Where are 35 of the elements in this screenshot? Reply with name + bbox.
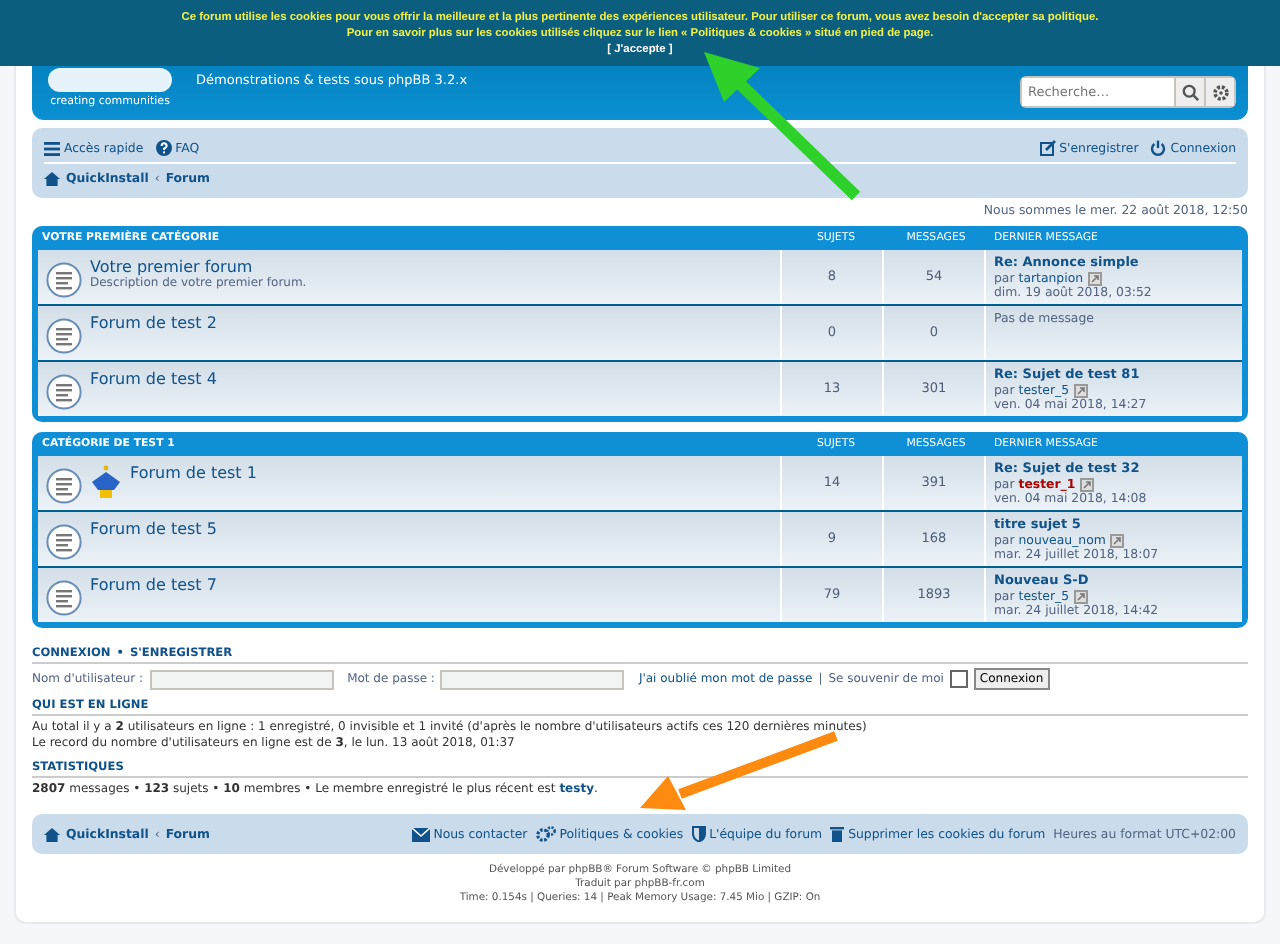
- trash-icon: [830, 826, 845, 842]
- shield-icon: [691, 826, 706, 842]
- menu-icon: [44, 141, 60, 155]
- forum-title-link[interactable]: Forum de test 2: [90, 314, 217, 332]
- forum-document-icon: [46, 318, 82, 354]
- search-icon: [1181, 83, 1199, 101]
- gears-icon: [535, 826, 556, 842]
- forum-title-link[interactable]: Forum de test 1: [130, 464, 257, 482]
- view-post-icon[interactable]: [1087, 271, 1102, 286]
- username-field[interactable]: [149, 669, 334, 689]
- forum-title-link[interactable]: Forum de test 5: [90, 520, 217, 538]
- forum-title-link[interactable]: Forum de test 4: [90, 370, 217, 388]
- power-icon: [1150, 140, 1167, 156]
- forum-title-link[interactable]: Votre premier forum: [90, 258, 307, 276]
- forum-document-icon: [46, 262, 82, 298]
- settings-icon: [1211, 83, 1229, 101]
- password-field[interactable]: [440, 669, 625, 689]
- remember-me-checkbox[interactable]: [949, 670, 968, 688]
- envelope-icon: [411, 827, 430, 841]
- forum-document-icon: [46, 580, 82, 616]
- home-icon: [44, 171, 60, 185]
- view-post-icon[interactable]: [1073, 589, 1088, 604]
- forum-document-icon: [46, 374, 82, 410]
- view-post-icon[interactable]: [1073, 383, 1088, 398]
- advanced-search-button[interactable]: [1204, 78, 1234, 106]
- search-button[interactable]: [1174, 78, 1204, 106]
- help-icon: [155, 140, 172, 156]
- view-post-icon[interactable]: [1109, 533, 1124, 548]
- forum-title-link[interactable]: Forum de test 7: [90, 576, 217, 594]
- logo-drawing: [44, 68, 176, 96]
- home-icon: [44, 827, 60, 841]
- forum-document-icon: [46, 524, 82, 560]
- forum-document-icon: [46, 468, 82, 504]
- edit-icon: [1039, 140, 1056, 156]
- view-post-icon[interactable]: [1079, 477, 1094, 492]
